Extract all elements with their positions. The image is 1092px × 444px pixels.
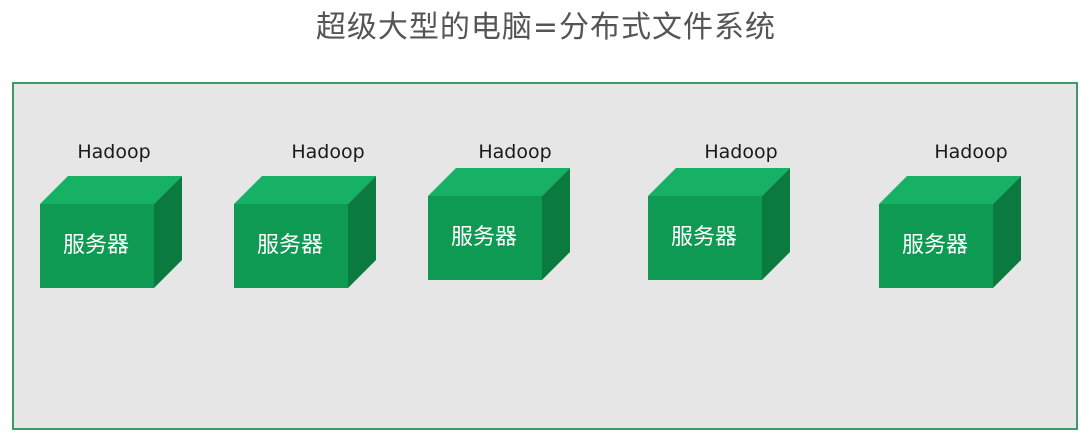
node-label: Hadoop xyxy=(77,141,151,163)
cube-label: 服务器 xyxy=(62,233,129,258)
server-cube: 服务器 xyxy=(40,176,200,306)
cube-label: 服务器 xyxy=(901,233,968,258)
cluster-panel: Hadoop 服务器 Hadoop 服务器 Hadoop 服务器 Hadoop … xyxy=(12,82,1078,430)
diagram-title: 超级大型的电脑=分布式文件系统 xyxy=(315,10,777,45)
node-label: Hadoop xyxy=(934,141,1008,163)
cube-label: 服务器 xyxy=(450,225,517,250)
node-label: Hadoop xyxy=(478,141,552,163)
cube-label: 服务器 xyxy=(256,233,323,258)
server-cube: 服务器 xyxy=(879,176,1039,306)
node-label: Hadoop xyxy=(291,141,365,163)
cube-label: 服务器 xyxy=(670,225,737,250)
node-label: Hadoop xyxy=(704,141,778,163)
server-cube: 服务器 xyxy=(648,168,808,298)
server-cube: 服务器 xyxy=(428,168,588,298)
server-cube: 服务器 xyxy=(234,176,394,306)
